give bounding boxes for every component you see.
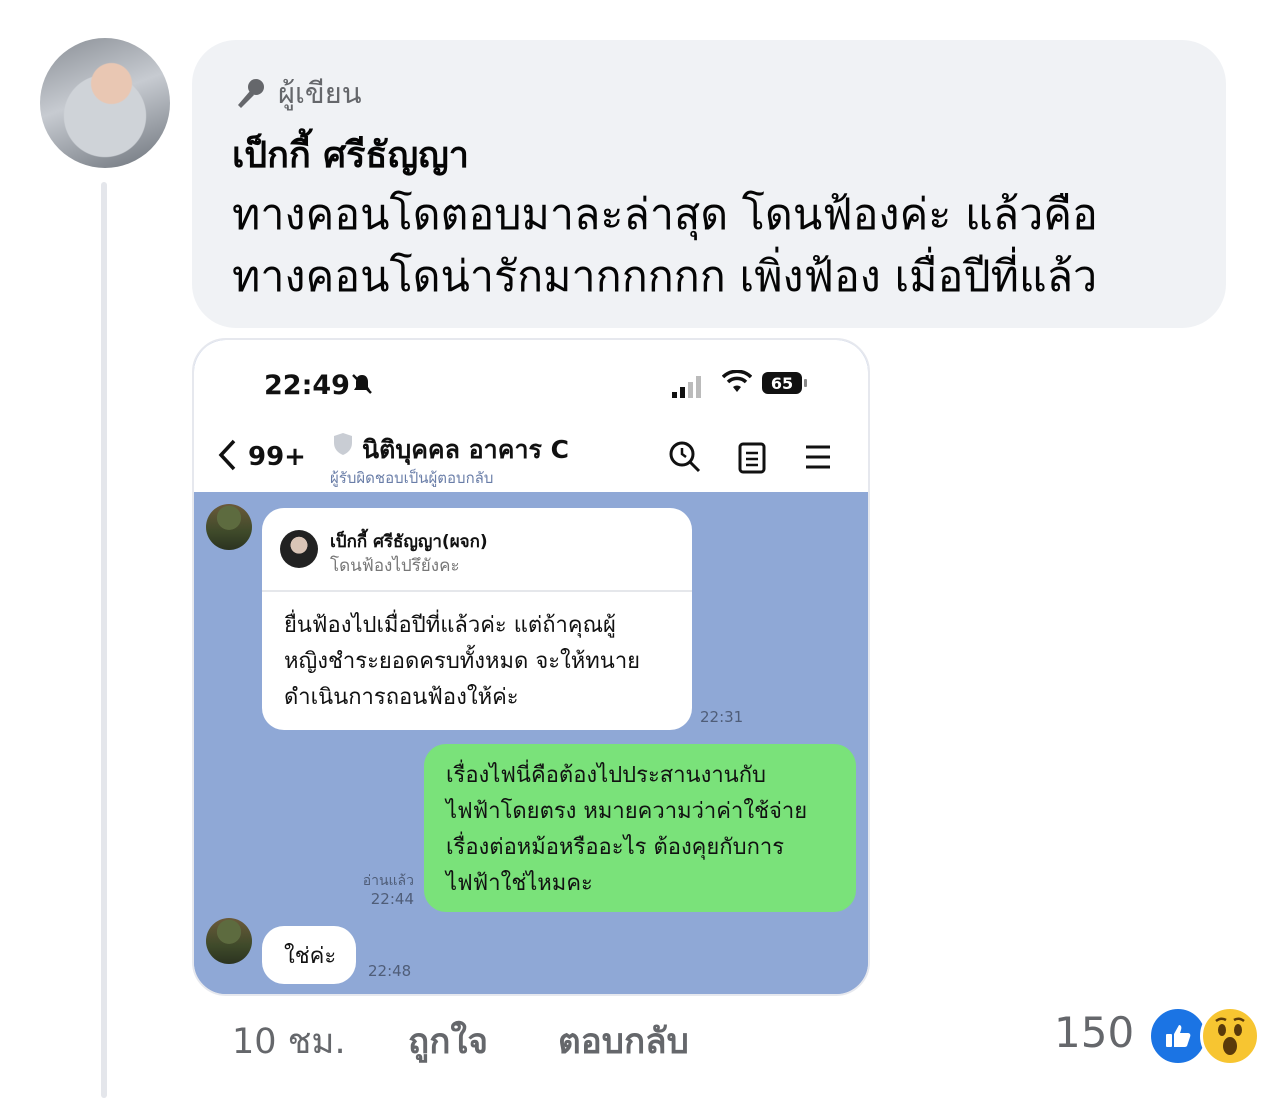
message-text: ใช่ค่ะ	[284, 944, 337, 969]
phone-header: 22:49 65 99+ นิติบุคคล อาคาร C ผู้รับผิด…	[194, 340, 868, 492]
comment-text-line: ทางคอนโดตอบมาละล่าสุด โดนฟ้องค่ะ แล้วคือ	[232, 190, 1098, 240]
message-time: 22:48	[368, 962, 412, 980]
message-line: ไฟฟ้าใช่ไหมคะ	[446, 871, 593, 896]
author-badge: ผู้เขียน	[232, 70, 362, 116]
quote-name: เป็กกี้ ศรีธัญญา(ผจก)	[330, 532, 488, 552]
thread-line	[101, 182, 107, 1098]
battery-indicator: 65	[762, 372, 807, 394]
message-line: ดำเนินการถอนฟ้องให้ค่ะ	[284, 685, 519, 710]
unread-count[interactable]: 99+	[248, 442, 306, 472]
read-label: อ่านแล้ว	[362, 873, 414, 889]
author-badge-label: ผู้เขียน	[278, 76, 362, 110]
message-text: ยื่นฟ้องไปเมื่อปีที่แล้วค่ะ แต่ถ้าคุณผู้…	[284, 608, 684, 716]
bell-muted-icon	[352, 374, 372, 394]
message-time: 22:31	[700, 708, 744, 726]
author-name[interactable]: เป็กกี้ ศรีธัญญา	[232, 126, 469, 183]
contact-avatar	[206, 504, 252, 550]
sent-message-bubble: เรื่องไฟนี่คือต้องไปประสานงานกับ ไฟฟ้าโด…	[424, 744, 856, 912]
message-time: 22:44	[370, 890, 414, 908]
quote-avatar	[280, 530, 318, 568]
message-line: หญิงชำระยอดครบทั้งหมด จะให้ทนาย	[284, 649, 641, 674]
message-line: ยื่นฟ้องไปเมื่อปีที่แล้วค่ะ แต่ถ้าคุณผู้	[284, 613, 616, 638]
search-icon[interactable]	[668, 440, 702, 474]
comment-bubble: ผู้เขียน เป็กกี้ ศรีธัญญา ทางคอนโดตอบมาล…	[192, 40, 1226, 328]
like-button[interactable]: ถูกใจ	[408, 1014, 488, 1069]
thumbs-up-icon	[1166, 1025, 1191, 1047]
chat-title: นิติบุคคล อาคาร C	[362, 435, 569, 464]
comment-text-line: ทางคอนโดน่ารักมากกกกก เพิ่งฟ้อง เมื่อปีท…	[232, 252, 1098, 302]
shield-icon	[334, 433, 352, 455]
signal-icon	[672, 376, 701, 398]
wow-reaction-icon[interactable]	[1200, 1006, 1260, 1066]
chat-subtitle: ผู้รับผิดชอบเป็นผู้ตอบกลับ	[330, 469, 494, 487]
quote-text: โดนฟ้องไปรึยังคะ	[330, 556, 460, 576]
notes-icon[interactable]	[738, 442, 766, 474]
back-chevron-icon[interactable]	[216, 438, 238, 472]
microphone-icon	[238, 79, 264, 108]
read-receipt: อ่านแล้ว 22:44	[344, 872, 414, 908]
message-line: เรื่องไฟนี่คือต้องไปประสานงานกับ	[446, 763, 767, 788]
wifi-icon	[722, 370, 752, 392]
status-time: 22:49	[264, 370, 350, 401]
reaction-count[interactable]: 150	[1054, 1008, 1134, 1057]
chat-area: เป็กกี้ ศรีธัญญา(ผจก) โดนฟ้องไปรึยังคะ ย…	[194, 492, 868, 994]
comment-text: ทางคอนโดตอบมาละล่าสุด โดนฟ้องค่ะ แล้วคือ…	[232, 184, 1212, 308]
author-avatar[interactable]	[40, 38, 170, 168]
message-text: เรื่องไฟนี่คือต้องไปประสานงานกับ ไฟฟ้าโด…	[446, 758, 846, 902]
comment-timestamp[interactable]: 10 ชม.	[232, 1014, 346, 1069]
quoted-message: เป็กกี้ ศรีธัญญา(ผจก) โดนฟ้องไปรึยังคะ	[262, 508, 692, 592]
attached-screenshot[interactable]: 22:49 65 99+ นิติบุคคล อาคาร C ผู้รับผิด…	[192, 338, 870, 996]
like-reaction-icon[interactable]	[1148, 1006, 1208, 1066]
wow-face-icon	[1215, 1017, 1245, 1055]
message-line: ไฟฟ้าโดยตรง หมายความว่าค่าใช้จ่าย	[446, 799, 808, 824]
message-line: เรื่องต่อหม้อหรืออะไร ต้องคุยกับการ	[446, 835, 785, 860]
short-message-bubble: ใช่ค่ะ	[262, 926, 356, 984]
reply-message-bubble: เป็กกี้ ศรีธัญญา(ผจก) โดนฟ้องไปรึยังคะ ย…	[262, 508, 692, 730]
hamburger-menu-icon[interactable]	[804, 444, 832, 470]
contact-avatar	[206, 918, 252, 964]
reply-button[interactable]: ตอบกลับ	[558, 1014, 689, 1069]
